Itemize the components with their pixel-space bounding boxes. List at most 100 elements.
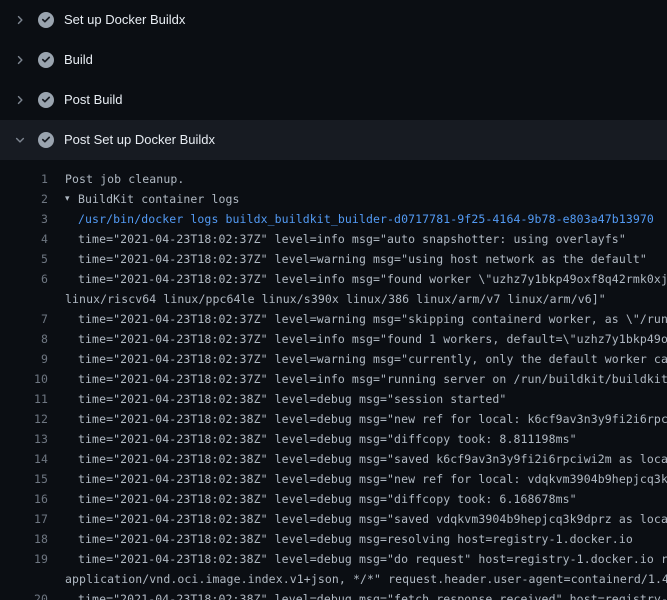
log-line: 16 ▾time="2021-04-23T18:02:38Z" level=de…: [0, 489, 667, 509]
log-line: ▾linux/riscv64 linux/ppc64le linux/s390x…: [0, 289, 667, 309]
log-line-text-wrap: ▾time="2021-04-23T18:02:38Z" level=debug…: [65, 429, 577, 449]
log-line-number[interactable]: 19: [0, 549, 48, 569]
log-line-text: time="2021-04-23T18:02:38Z" level=debug …: [78, 409, 667, 429]
log-line-number[interactable]: 16: [0, 489, 48, 509]
log-line: 2 ▾BuildKit container logs: [0, 189, 667, 209]
log-line-text-wrap: ▾time="2021-04-23T18:02:37Z" level=info …: [65, 269, 667, 289]
log-line-number[interactable]: [0, 289, 48, 309]
log-line-text-wrap: ▾time="2021-04-23T18:02:38Z" level=debug…: [65, 589, 667, 600]
log-line-text: time="2021-04-23T18:02:38Z" level=debug …: [78, 529, 633, 549]
log-line-text: application/vnd.oci.image.index.v1+json,…: [65, 569, 667, 589]
log-line-number[interactable]: 13: [0, 429, 48, 449]
log-line: 5 ▾time="2021-04-23T18:02:37Z" level=war…: [0, 249, 667, 269]
step-label: Post Set up Docker Buildx: [64, 132, 215, 148]
log-line-text: time="2021-04-23T18:02:38Z" level=debug …: [78, 509, 667, 529]
step-row[interactable]: Post Build: [0, 80, 667, 120]
check-circle-icon: [38, 92, 54, 108]
log-line-number[interactable]: 3: [0, 209, 48, 229]
log-line-text-wrap: ▾/usr/bin/docker logs buildx_buildkit_bu…: [65, 209, 654, 229]
step-row[interactable]: Set up Docker Buildx: [0, 0, 667, 40]
chevron-right-icon: [14, 94, 26, 106]
log-line: 9 ▾time="2021-04-23T18:02:37Z" level=war…: [0, 349, 667, 369]
log-line: 15 ▾time="2021-04-23T18:02:38Z" level=de…: [0, 469, 667, 489]
log-line: 8 ▾time="2021-04-23T18:02:37Z" level=inf…: [0, 329, 667, 349]
log-line: 19 ▾time="2021-04-23T18:02:38Z" level=de…: [0, 549, 667, 569]
log-line-text: time="2021-04-23T18:02:37Z" level=info m…: [78, 329, 667, 349]
log-line-text: linux/riscv64 linux/ppc64le linux/s390x …: [65, 289, 606, 309]
chevron-icon[interactable]: [12, 12, 28, 28]
log-line-text-wrap: ▾Post job cleanup.: [65, 169, 184, 189]
log-line-text-wrap: ▾time="2021-04-23T18:02:37Z" level=warni…: [65, 249, 647, 269]
check-circle-icon: [38, 132, 54, 148]
log-line-text: time="2021-04-23T18:02:38Z" level=debug …: [78, 429, 577, 449]
log-line-text-wrap: ▾application/vnd.oci.image.index.v1+json…: [65, 569, 667, 589]
log-line-text-wrap: ▾time="2021-04-23T18:02:38Z" level=debug…: [65, 529, 633, 549]
log-line-text-wrap: ▾time="2021-04-23T18:02:37Z" level=warni…: [65, 309, 667, 329]
step-label: Post Build: [64, 92, 123, 108]
step-row[interactable]: Build: [0, 40, 667, 80]
log-line-number[interactable]: 7: [0, 309, 48, 329]
log-line-text: time="2021-04-23T18:02:38Z" level=debug …: [78, 449, 667, 469]
step-label: Build: [64, 52, 93, 68]
log-line-number[interactable]: 12: [0, 409, 48, 429]
chevron-right-icon: [14, 14, 26, 26]
log-line-number[interactable]: 11: [0, 389, 48, 409]
log-line-number[interactable]: 1: [0, 169, 48, 189]
chevron-icon[interactable]: [12, 132, 28, 148]
log-line-number[interactable]: 18: [0, 529, 48, 549]
log-line-text-wrap: ▾time="2021-04-23T18:02:37Z" level=info …: [65, 329, 667, 349]
log-line: ▾application/vnd.oci.image.index.v1+json…: [0, 569, 667, 589]
log-line-number[interactable]: 5: [0, 249, 48, 269]
log-line-number[interactable]: 15: [0, 469, 48, 489]
log-line-number[interactable]: 10: [0, 369, 48, 389]
log-line-text-wrap: ▾time="2021-04-23T18:02:37Z" level=info …: [65, 369, 667, 389]
log-line-number[interactable]: 20: [0, 589, 48, 600]
step-list: Set up Docker Buildx Build Post Build Po…: [0, 0, 667, 160]
step-row[interactable]: Post Set up Docker Buildx: [0, 120, 667, 160]
log-line-text: Post job cleanup.: [65, 169, 184, 189]
log-line: 17 ▾time="2021-04-23T18:02:38Z" level=de…: [0, 509, 667, 529]
chevron-icon[interactable]: [12, 52, 28, 68]
log-line-text-wrap: ▾BuildKit container logs: [65, 189, 240, 209]
log-line-number[interactable]: 17: [0, 509, 48, 529]
log-line: 4 ▾time="2021-04-23T18:02:37Z" level=inf…: [0, 229, 667, 249]
log-line-text: /usr/bin/docker logs buildx_buildkit_bui…: [78, 209, 654, 229]
log-line-text-wrap: ▾time="2021-04-23T18:02:38Z" level=debug…: [65, 509, 667, 529]
log-line-text-wrap: ▾time="2021-04-23T18:02:37Z" level=info …: [65, 229, 626, 249]
log-line-text: time="2021-04-23T18:02:37Z" level=info m…: [78, 369, 667, 389]
log-line-text: time="2021-04-23T18:02:37Z" level=warnin…: [78, 309, 667, 329]
log-line-number[interactable]: 2: [0, 189, 48, 209]
chevron-down-icon: [14, 134, 26, 146]
log-line: 11 ▾time="2021-04-23T18:02:38Z" level=de…: [0, 389, 667, 409]
log-line: 18 ▾time="2021-04-23T18:02:38Z" level=de…: [0, 529, 667, 549]
log-line-text: time="2021-04-23T18:02:38Z" level=debug …: [78, 549, 667, 569]
log-line-text-wrap: ▾time="2021-04-23T18:02:38Z" level=debug…: [65, 489, 577, 509]
log-area: 1 ▾Post job cleanup. 2 ▾BuildKit contain…: [0, 160, 667, 600]
group-expander-icon[interactable]: ▾: [65, 189, 78, 209]
log-line-text-wrap: ▾time="2021-04-23T18:02:38Z" level=debug…: [65, 389, 506, 409]
log-line-text: time="2021-04-23T18:02:38Z" level=debug …: [78, 469, 667, 489]
log-line: 3 ▾/usr/bin/docker logs buildx_buildkit_…: [0, 209, 667, 229]
log-line: 14 ▾time="2021-04-23T18:02:38Z" level=de…: [0, 449, 667, 469]
log-line: 13 ▾time="2021-04-23T18:02:38Z" level=de…: [0, 429, 667, 449]
log-line-text-wrap: ▾time="2021-04-23T18:02:38Z" level=debug…: [65, 549, 667, 569]
log-line-number[interactable]: [0, 569, 48, 589]
log-line-number[interactable]: 8: [0, 329, 48, 349]
log-line-number[interactable]: 6: [0, 269, 48, 289]
log-viewer: Set up Docker Buildx Build Post Build Po…: [0, 0, 667, 600]
log-line-number[interactable]: 14: [0, 449, 48, 469]
chevron-icon[interactable]: [12, 92, 28, 108]
log-line: 7 ▾time="2021-04-23T18:02:37Z" level=war…: [0, 309, 667, 329]
log-line-text-wrap: ▾time="2021-04-23T18:02:37Z" level=warni…: [65, 349, 667, 369]
chevron-right-icon: [14, 54, 26, 66]
log-line-text: time="2021-04-23T18:02:37Z" level=info m…: [78, 229, 626, 249]
log-line-text: time="2021-04-23T18:02:37Z" level=warnin…: [78, 349, 667, 369]
log-line-number[interactable]: 4: [0, 229, 48, 249]
log-line-number[interactable]: 9: [0, 349, 48, 369]
check-circle-icon: [38, 12, 54, 28]
log-line-text: time="2021-04-23T18:02:37Z" level=info m…: [78, 269, 667, 289]
log-line-text: time="2021-04-23T18:02:38Z" level=debug …: [78, 389, 506, 409]
log-line: 6 ▾time="2021-04-23T18:02:37Z" level=inf…: [0, 269, 667, 289]
step-label: Set up Docker Buildx: [64, 12, 185, 28]
log-line-text: BuildKit container logs: [78, 189, 240, 209]
